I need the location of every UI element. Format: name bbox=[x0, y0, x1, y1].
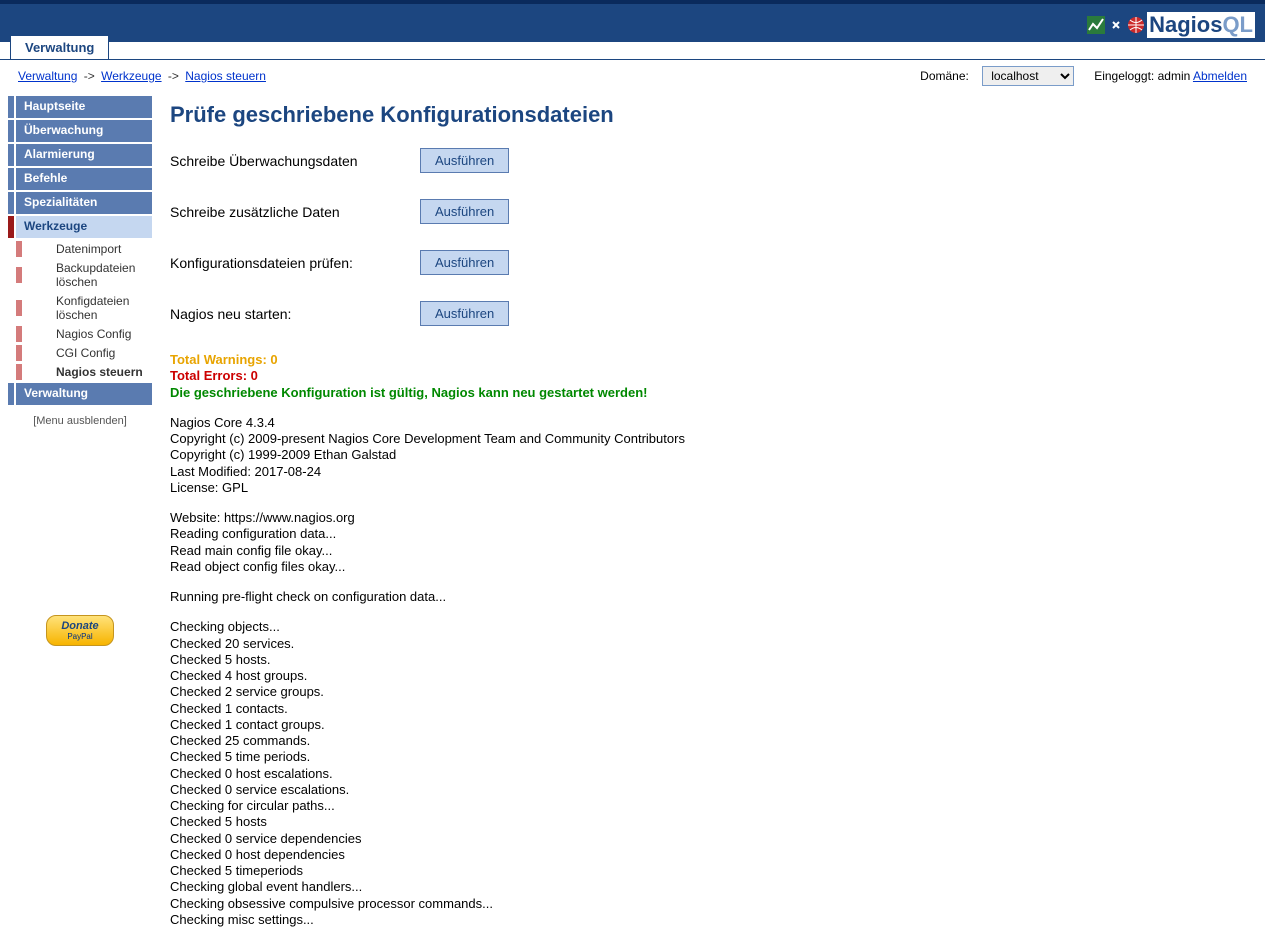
breadcrumb-werkzeuge[interactable]: Werkzeuge bbox=[101, 69, 161, 83]
logo-icons bbox=[1087, 16, 1145, 34]
wrench-icon bbox=[1107, 16, 1125, 34]
exec-button-ueberwachung[interactable]: Ausführen bbox=[420, 148, 509, 173]
output-line: Checked 20 services. bbox=[170, 636, 1247, 652]
tab-row: Verwaltung bbox=[0, 41, 1265, 60]
output-line: Nagios Core 4.3.4 bbox=[170, 415, 1247, 431]
output-line: Checked 0 service escalations. bbox=[170, 782, 1247, 798]
info-right: Domäne: localhost Eingeloggt: admin Abme… bbox=[920, 66, 1247, 86]
total-errors: Total Errors: 0 bbox=[170, 368, 1247, 384]
action-row-schreibe-zusaetzlich: Schreibe zusätzliche Daten Ausführen bbox=[170, 199, 1247, 224]
sidebar-item-ueberwachung[interactable]: Überwachung bbox=[8, 120, 152, 142]
output-line: Checked 5 timeperiods bbox=[170, 863, 1247, 879]
sidebar-sub-cgi-config[interactable]: CGI Config bbox=[24, 344, 115, 362]
output-line: Copyright (c) 1999-2009 Ethan Galstad bbox=[170, 447, 1247, 463]
output-line: Checking global event handlers... bbox=[170, 879, 1247, 895]
breadcrumb-verwaltung[interactable]: Verwaltung bbox=[18, 69, 77, 83]
header-bar: NagiosQL bbox=[0, 0, 1265, 42]
output-line: Checked 0 host dependencies bbox=[170, 847, 1247, 863]
output-line: Last Modified: 2017-08-24 bbox=[170, 464, 1247, 480]
sidebar-sub-nagios-config[interactable]: Nagios Config bbox=[24, 325, 131, 343]
globe-icon bbox=[1127, 16, 1145, 34]
output: Total Warnings: 0 Total Errors: 0 Die ge… bbox=[170, 352, 1247, 928]
output-line: Read main config file okay... bbox=[170, 543, 1247, 559]
sidebar-item-verwaltung[interactable]: Verwaltung bbox=[8, 383, 152, 405]
version-block: Nagios Core 4.3.4Copyright (c) 2009-pres… bbox=[170, 415, 1247, 496]
action-label: Nagios neu starten: bbox=[170, 306, 420, 322]
output-line: Checked 25 commands. bbox=[170, 733, 1247, 749]
sidebar-sub-nagios-steuern[interactable]: Nagios steuern bbox=[24, 363, 143, 381]
output-line: Checked 1 contacts. bbox=[170, 701, 1247, 717]
web-block: Website: https://www.nagios.orgReading c… bbox=[170, 510, 1247, 575]
action-label: Schreibe Überwachungsdaten bbox=[170, 153, 420, 169]
preflight-line: Running pre-flight check on configuratio… bbox=[170, 589, 1247, 605]
config-valid-msg: Die geschriebene Konfiguration ist gülti… bbox=[170, 385, 1247, 401]
output-line: License: GPL bbox=[170, 480, 1247, 496]
output-line: Copyright (c) 2009-present Nagios Core D… bbox=[170, 431, 1247, 447]
action-row-neustarten: Nagios neu starten: Ausführen bbox=[170, 301, 1247, 326]
login-status: Eingeloggt: admin Abmelden bbox=[1094, 69, 1247, 83]
tab-verwaltung[interactable]: Verwaltung bbox=[10, 35, 109, 59]
sidebar-item-spezialitaeten[interactable]: Spezialitäten bbox=[8, 192, 152, 214]
info-bar: Verwaltung -> Werkzeuge -> Nagios steuer… bbox=[0, 60, 1265, 92]
action-row-pruefen: Konfigurationsdateien prüfen: Ausführen bbox=[170, 250, 1247, 275]
output-line: Checked 5 hosts. bbox=[170, 652, 1247, 668]
output-line: Checked 1 contact groups. bbox=[170, 717, 1247, 733]
logo: NagiosQL bbox=[1087, 4, 1255, 46]
output-line: Checking for circular paths... bbox=[170, 798, 1247, 814]
logout-link[interactable]: Abmelden bbox=[1193, 69, 1247, 83]
sidebar-sub-backupdateien[interactable]: Backupdateien löschen bbox=[24, 259, 152, 291]
sidebar-subgroup-werkzeuge: Datenimport Backupdateien löschen Konfig… bbox=[8, 240, 152, 381]
sidebar-sub-datenimport[interactable]: Datenimport bbox=[24, 240, 121, 258]
output-line: Checked 0 host escalations. bbox=[170, 766, 1247, 782]
sidebar-item-befehle[interactable]: Befehle bbox=[8, 168, 152, 190]
sidebar-item-hauptseite[interactable]: Hauptseite bbox=[8, 96, 152, 118]
page-title: Prüfe geschriebene Konfigurationsdateien bbox=[170, 102, 1247, 128]
output-line: Reading configuration data... bbox=[170, 526, 1247, 542]
donate-button[interactable]: DonatePayPal bbox=[46, 615, 113, 646]
sidebar: Hauptseite Überwachung Alarmierung Befeh… bbox=[0, 92, 152, 646]
check-block: Checking objects...Checked 20 services.C… bbox=[170, 619, 1247, 928]
action-label: Schreibe zusätzliche Daten bbox=[170, 204, 420, 220]
sidebar-item-alarmierung[interactable]: Alarmierung bbox=[8, 144, 152, 166]
toggle-menu[interactable]: [Menu ausblenden] bbox=[8, 407, 152, 435]
output-line: Checked 0 service dependencies bbox=[170, 831, 1247, 847]
domain-label: Domäne: bbox=[920, 69, 969, 83]
breadcrumb-nagios-steuern[interactable]: Nagios steuern bbox=[185, 69, 266, 83]
breadcrumb: Verwaltung -> Werkzeuge -> Nagios steuer… bbox=[18, 69, 266, 83]
domain-select[interactable]: localhost bbox=[982, 66, 1074, 86]
output-line: Website: https://www.nagios.org bbox=[170, 510, 1247, 526]
output-line: Checked 4 host groups. bbox=[170, 668, 1247, 684]
sidebar-sub-konfigdateien[interactable]: Konfigdateien löschen bbox=[24, 292, 152, 324]
sidebar-item-werkzeuge[interactable]: Werkzeuge bbox=[8, 216, 152, 238]
exec-button-pruefen[interactable]: Ausführen bbox=[420, 250, 509, 275]
donate-area: DonatePayPal bbox=[8, 615, 152, 646]
total-warnings: Total Warnings: 0 bbox=[170, 352, 1247, 368]
action-label: Konfigurationsdateien prüfen: bbox=[170, 255, 420, 271]
output-line: Checked 2 service groups. bbox=[170, 684, 1247, 700]
output-line: Checked 5 hosts bbox=[170, 814, 1247, 830]
action-row-schreibe-ueberwachung: Schreibe Überwachungsdaten Ausführen bbox=[170, 148, 1247, 173]
output-line: Read object config files okay... bbox=[170, 559, 1247, 575]
exec-button-zusaetzlich[interactable]: Ausführen bbox=[420, 199, 509, 224]
content: Prüfe geschriebene Konfigurationsdateien… bbox=[152, 92, 1265, 938]
output-line: Checked 5 time periods. bbox=[170, 749, 1247, 765]
output-line: Checking misc settings... bbox=[170, 912, 1247, 928]
exec-button-neustarten[interactable]: Ausführen bbox=[420, 301, 509, 326]
output-line: Checking objects... bbox=[170, 619, 1247, 635]
output-line: Checking obsessive compulsive processor … bbox=[170, 896, 1247, 912]
logo-text: NagiosQL bbox=[1147, 12, 1255, 38]
chart-icon bbox=[1087, 16, 1105, 34]
